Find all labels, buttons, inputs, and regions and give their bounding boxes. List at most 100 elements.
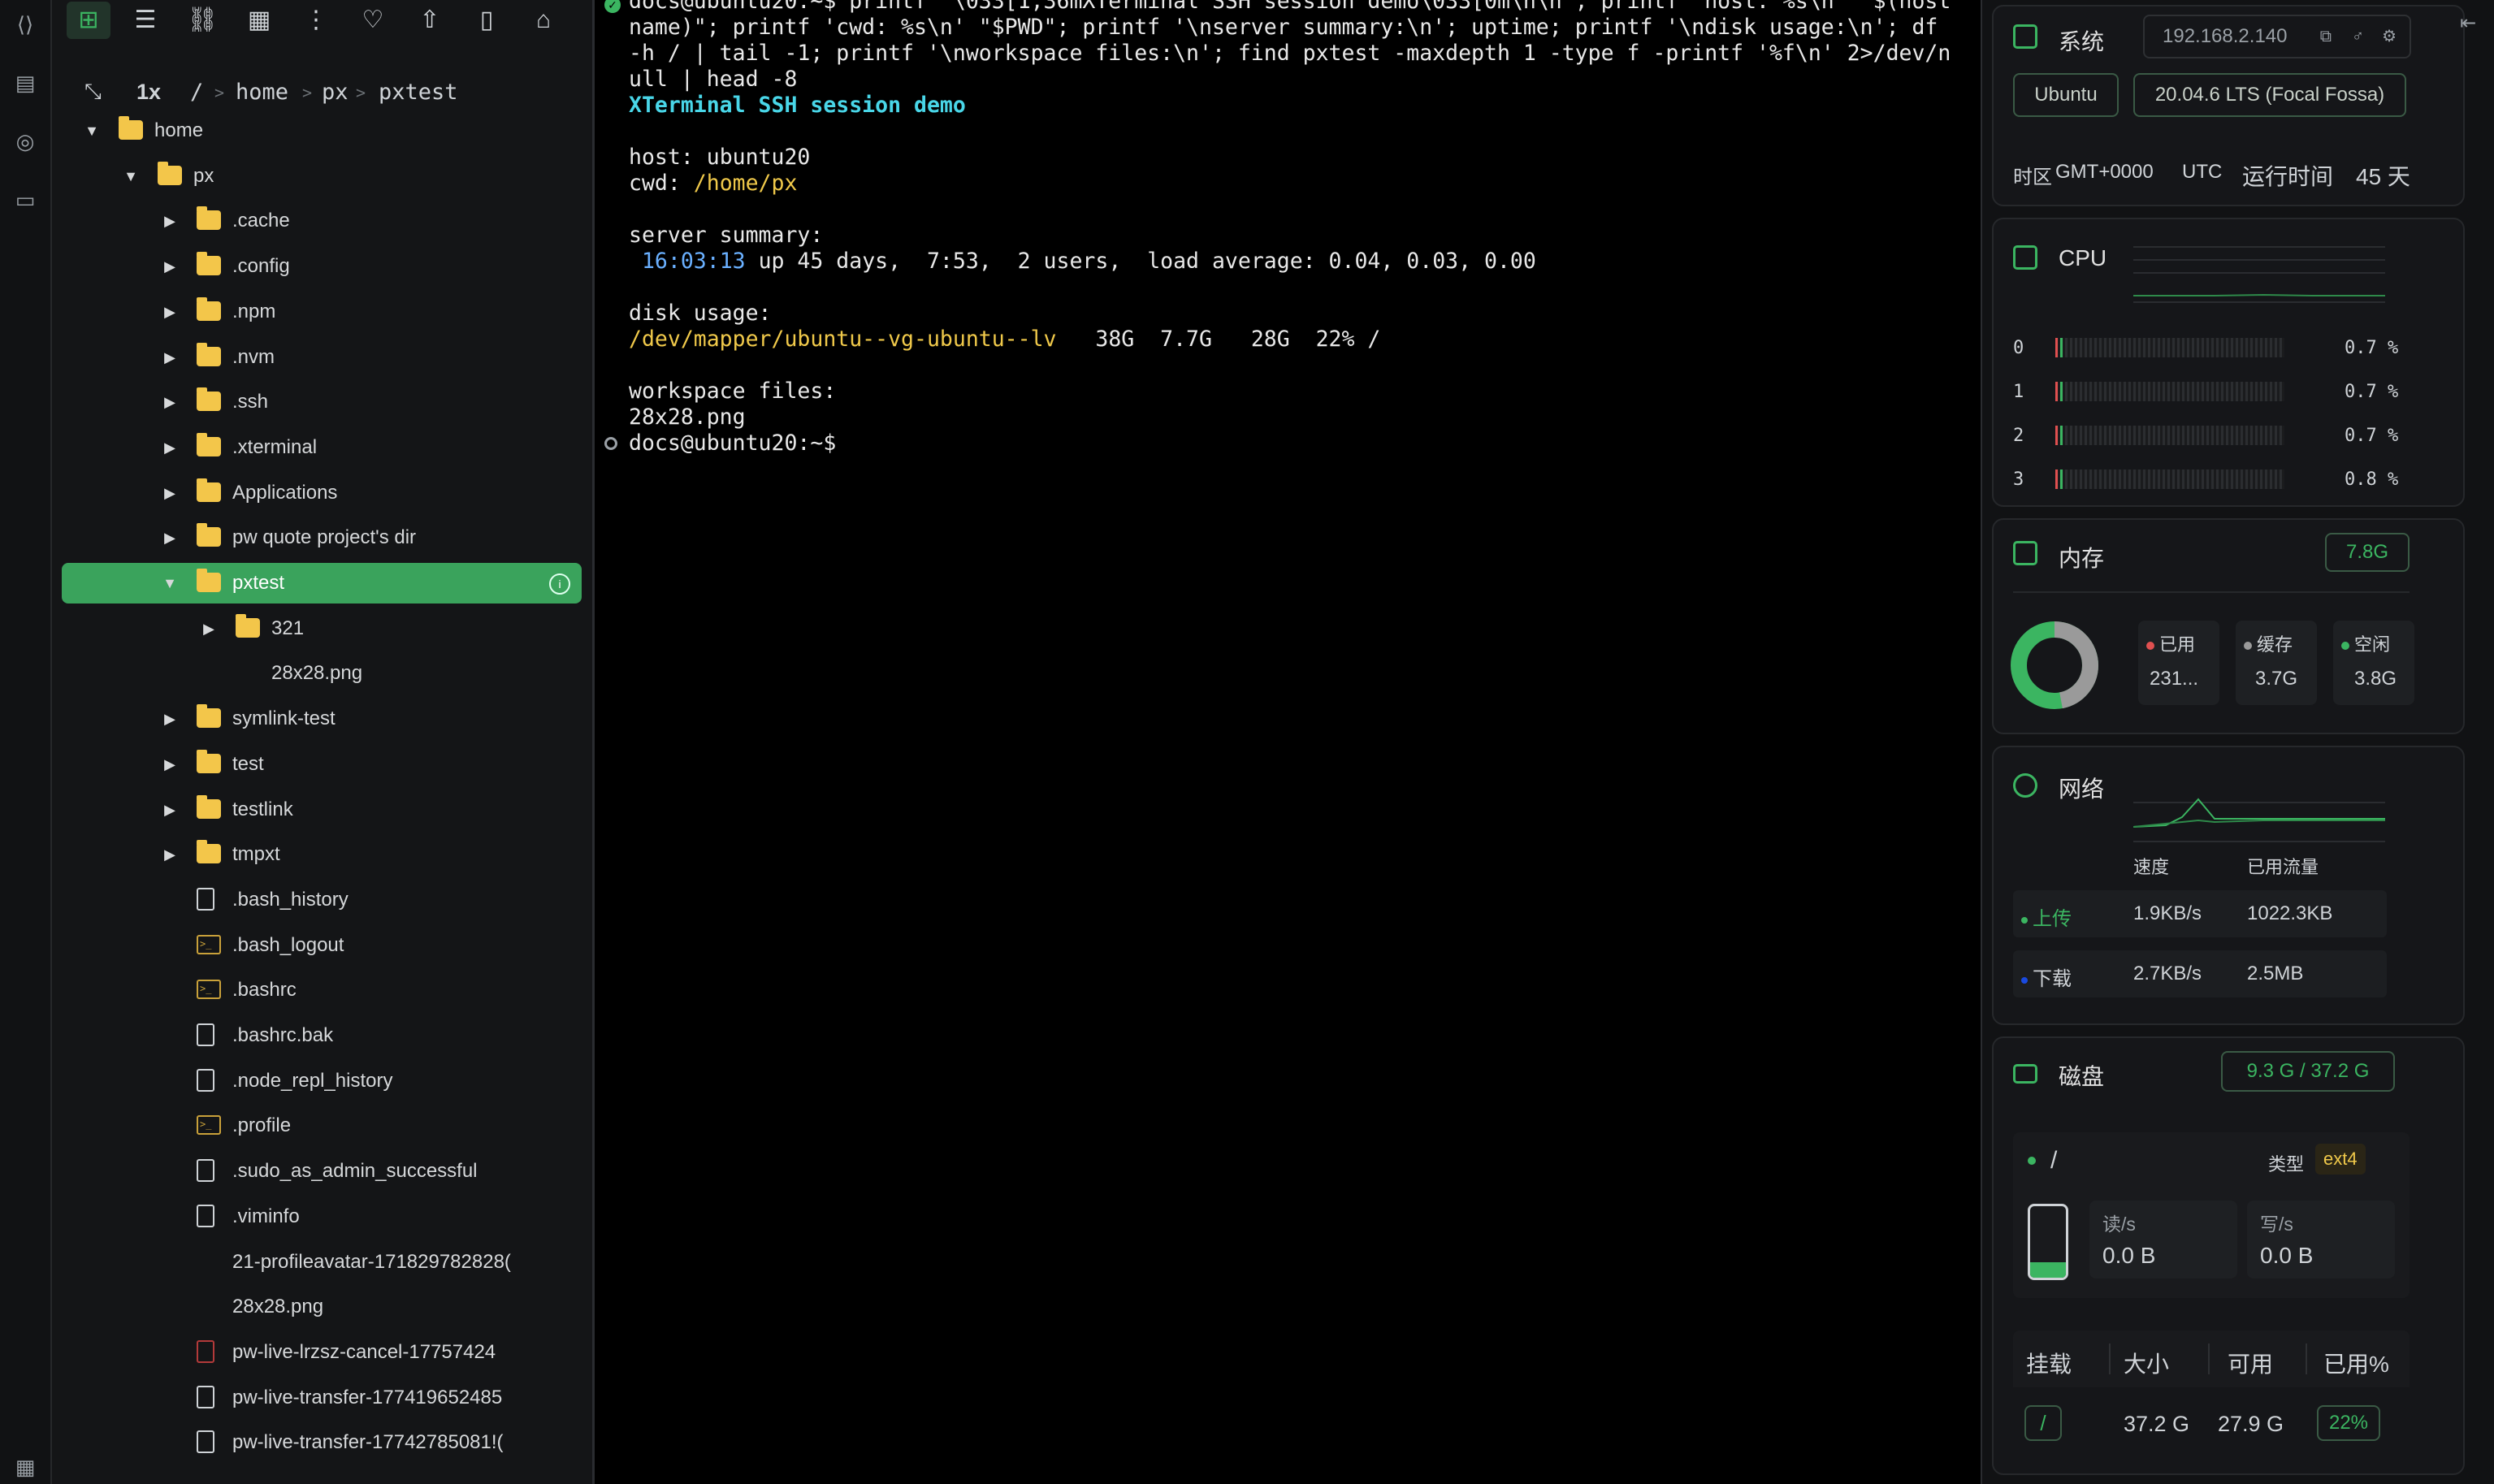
cpu-core-list: 0 0.7 % 1 0.7 % 2 0.7 % 3 0.8 %	[1994, 333, 2465, 504]
archive-icon[interactable]: ⌂	[522, 2, 565, 39]
tree-file-row[interactable]: >_ .bashrc	[62, 970, 582, 1010]
tree-folder-row[interactable]: ▶ 321	[62, 608, 582, 649]
tree-item-label: 21-profileavatar-171829782828(	[232, 1250, 511, 1273]
tree-file-row[interactable]: 28x28.png	[62, 653, 582, 694]
tree-folder-row[interactable]: ▶ .npm	[62, 292, 582, 332]
breadcrumb-pxtest[interactable]: pxtest	[379, 80, 458, 105]
tree-folder-row[interactable]: ▶ symlink-test	[62, 699, 582, 739]
disk-title: 磁盘	[2059, 1064, 2105, 1089]
chevron-right-icon[interactable]: ▶	[158, 427, 182, 468]
chevron-right-icon[interactable]: ▶	[158, 834, 182, 875]
folder-icon	[197, 432, 221, 456]
breadcrumb-px[interactable]: px	[322, 80, 349, 105]
tree-folder-row[interactable]: ▶ .cache	[62, 201, 582, 241]
timezone-label: 时区	[2013, 167, 2052, 188]
settings-icon[interactable]: ⚙	[2382, 16, 2397, 57]
tree-folder-row[interactable]: ▶ tmpxt	[62, 834, 582, 875]
chevron-right-icon[interactable]: ▶	[197, 608, 221, 649]
tree-item-label: pw-live-lrzsz-cancel-17757424	[232, 1340, 496, 1363]
tree-folder-row[interactable]: ▼ home	[62, 110, 582, 151]
tree-folder-row[interactable]: ▶ pw quote project's dir	[62, 517, 582, 558]
net-download-row: 下载 2.7KB/s 2.5MB	[2013, 950, 2387, 997]
info-icon[interactable]: i	[549, 573, 570, 595]
tree-file-row[interactable]: pw-live-transfer-17742785081!(	[62, 1422, 582, 1463]
tree-folder-row[interactable]: ▼ pxtest i	[62, 563, 582, 604]
tree-file-row[interactable]: pw-live-transfer-177419652485	[62, 1378, 582, 1418]
disk-device: /dev/mapper/ubuntu--vg-ubuntu--lv	[629, 327, 1057, 352]
tree-folder-row[interactable]: ▶ .ssh	[62, 382, 582, 422]
row-used-pct: 22%	[2317, 1405, 2380, 1441]
chevron-right-icon[interactable]: ▶	[158, 790, 182, 830]
collapse-panel-icon[interactable]: ⇤	[2460, 11, 2484, 36]
script-icon: >_	[197, 1115, 221, 1136]
tree-file-row[interactable]: >_ .bash_logout	[62, 925, 582, 966]
target-icon[interactable]: ◎	[11, 127, 40, 156]
tree-folder-row[interactable]: ▼ px	[62, 156, 582, 197]
chevron-right-icon[interactable]: ▶	[158, 517, 182, 558]
ping-icon[interactable]: ♂	[2352, 16, 2364, 57]
chevron-right-icon[interactable]: ▶	[158, 201, 182, 241]
tree-folder-row[interactable]: ▶ testlink	[62, 790, 582, 830]
terminal-banner: XTerminal SSH session demo	[629, 93, 966, 118]
file-icon	[197, 1430, 214, 1454]
breadcrumb-root[interactable]: /	[190, 80, 203, 105]
chevron-right-icon[interactable]: ▶	[158, 337, 182, 378]
bookmark-icon[interactable]: ▯	[465, 2, 509, 39]
breadcrumb-home[interactable]: home	[236, 80, 288, 105]
grid-icon[interactable]: ▦	[237, 2, 281, 39]
tree-file-row[interactable]: >_ .profile	[62, 1105, 582, 1146]
terminal-prompt: docs@ubuntu20:~$	[629, 430, 837, 456]
file-icon	[197, 1204, 214, 1227]
chevron-right-icon[interactable]: ▶	[158, 744, 182, 785]
list-icon[interactable]: ☰	[123, 2, 167, 39]
tree-file-row[interactable]: pw-live-lrzsz-cancel-17757424	[62, 1332, 582, 1373]
tree-folder-row[interactable]: ▶ .config	[62, 246, 582, 287]
tree-item-label: .xterminal	[232, 435, 318, 458]
tree-file-row[interactable]: .viminfo	[62, 1196, 582, 1237]
disk-usage-total: 9.3 G / 37.2 G	[2221, 1051, 2395, 1092]
zoom-speed[interactable]: 1x	[136, 80, 161, 105]
disk-card: 磁盘 9.3 G / 37.2 G / 类型 ext4 读/s 0.0 B 写/…	[1992, 1036, 2465, 1475]
cpu-core-value: 0.7 %	[2345, 382, 2399, 402]
tree-file-row[interactable]: .bash_history	[62, 880, 582, 920]
tree-icon[interactable]: ⊞	[67, 2, 110, 39]
tree-item-label: .nvm	[232, 345, 275, 368]
chevron-down-icon[interactable]: ▼	[158, 563, 182, 604]
collapse-arrows-icon[interactable]: ⤡	[84, 80, 102, 105]
tree-file-row[interactable]: .node_repl_history	[62, 1061, 582, 1101]
chevron-down-icon[interactable]: ▼	[80, 110, 104, 151]
chevron-right-icon[interactable]: ▶	[158, 699, 182, 739]
copy-icon[interactable]: ⧉	[2320, 16, 2332, 57]
tree-folder-row[interactable]: ▶ Applications	[62, 473, 582, 513]
write-rate-tile: 写/s 0.0 B	[2247, 1201, 2395, 1278]
upload-icon[interactable]: ⇧	[408, 2, 452, 39]
tree-item-label: test	[232, 752, 264, 775]
clipboard-icon[interactable]: ▭	[11, 185, 40, 214]
heart-icon[interactable]: ♡	[351, 2, 395, 39]
ip-field[interactable]: 192.168.2.140 ⧉ ♂ ⚙	[2143, 15, 2411, 58]
os-version-badge: 20.04.6 LTS (Focal Fossa)	[2133, 73, 2406, 117]
file-icon	[197, 887, 214, 911]
tree-folder-row[interactable]: ▶ .nvm	[62, 337, 582, 378]
chevron-right-icon[interactable]: ▶	[158, 382, 182, 422]
apps-grid-icon[interactable]: ▦	[11, 1452, 40, 1482]
more-icon[interactable]: ⋮	[294, 2, 338, 39]
read-rate-tile: 读/s 0.0 B	[2089, 1201, 2237, 1278]
tree-file-row[interactable]: 28x28.png	[62, 1287, 582, 1327]
tree-file-row[interactable]: .sudo_as_admin_successful	[62, 1151, 582, 1192]
tree-file-row[interactable]: .bashrc.bak	[62, 1015, 582, 1056]
cpu-core-value: 0.7 %	[2345, 426, 2399, 446]
chevron-down-icon[interactable]: ▼	[119, 156, 143, 197]
chevron-right-icon[interactable]: ▶	[158, 473, 182, 513]
link-icon[interactable]: ⛓	[180, 2, 224, 39]
tree-item-label: .bash_history	[232, 888, 349, 911]
code-icon[interactable]: ⟨⟩	[11, 10, 40, 39]
tree-file-row[interactable]: 21-profileavatar-171829782828(	[62, 1242, 582, 1283]
terminal-panel[interactable]: ✓ docs@ubuntu20:~$ printf '\033[1;36mXTe…	[595, 0, 1982, 1484]
chevron-right-icon[interactable]: ▶	[158, 246, 182, 287]
col-mount: 挂载	[2026, 1352, 2072, 1377]
chevron-right-icon[interactable]: ▶	[158, 292, 182, 332]
tree-folder-row[interactable]: ▶ .xterminal	[62, 427, 582, 468]
tree-folder-row[interactable]: ▶ test	[62, 744, 582, 785]
file-search-icon[interactable]: ▤	[11, 68, 40, 97]
